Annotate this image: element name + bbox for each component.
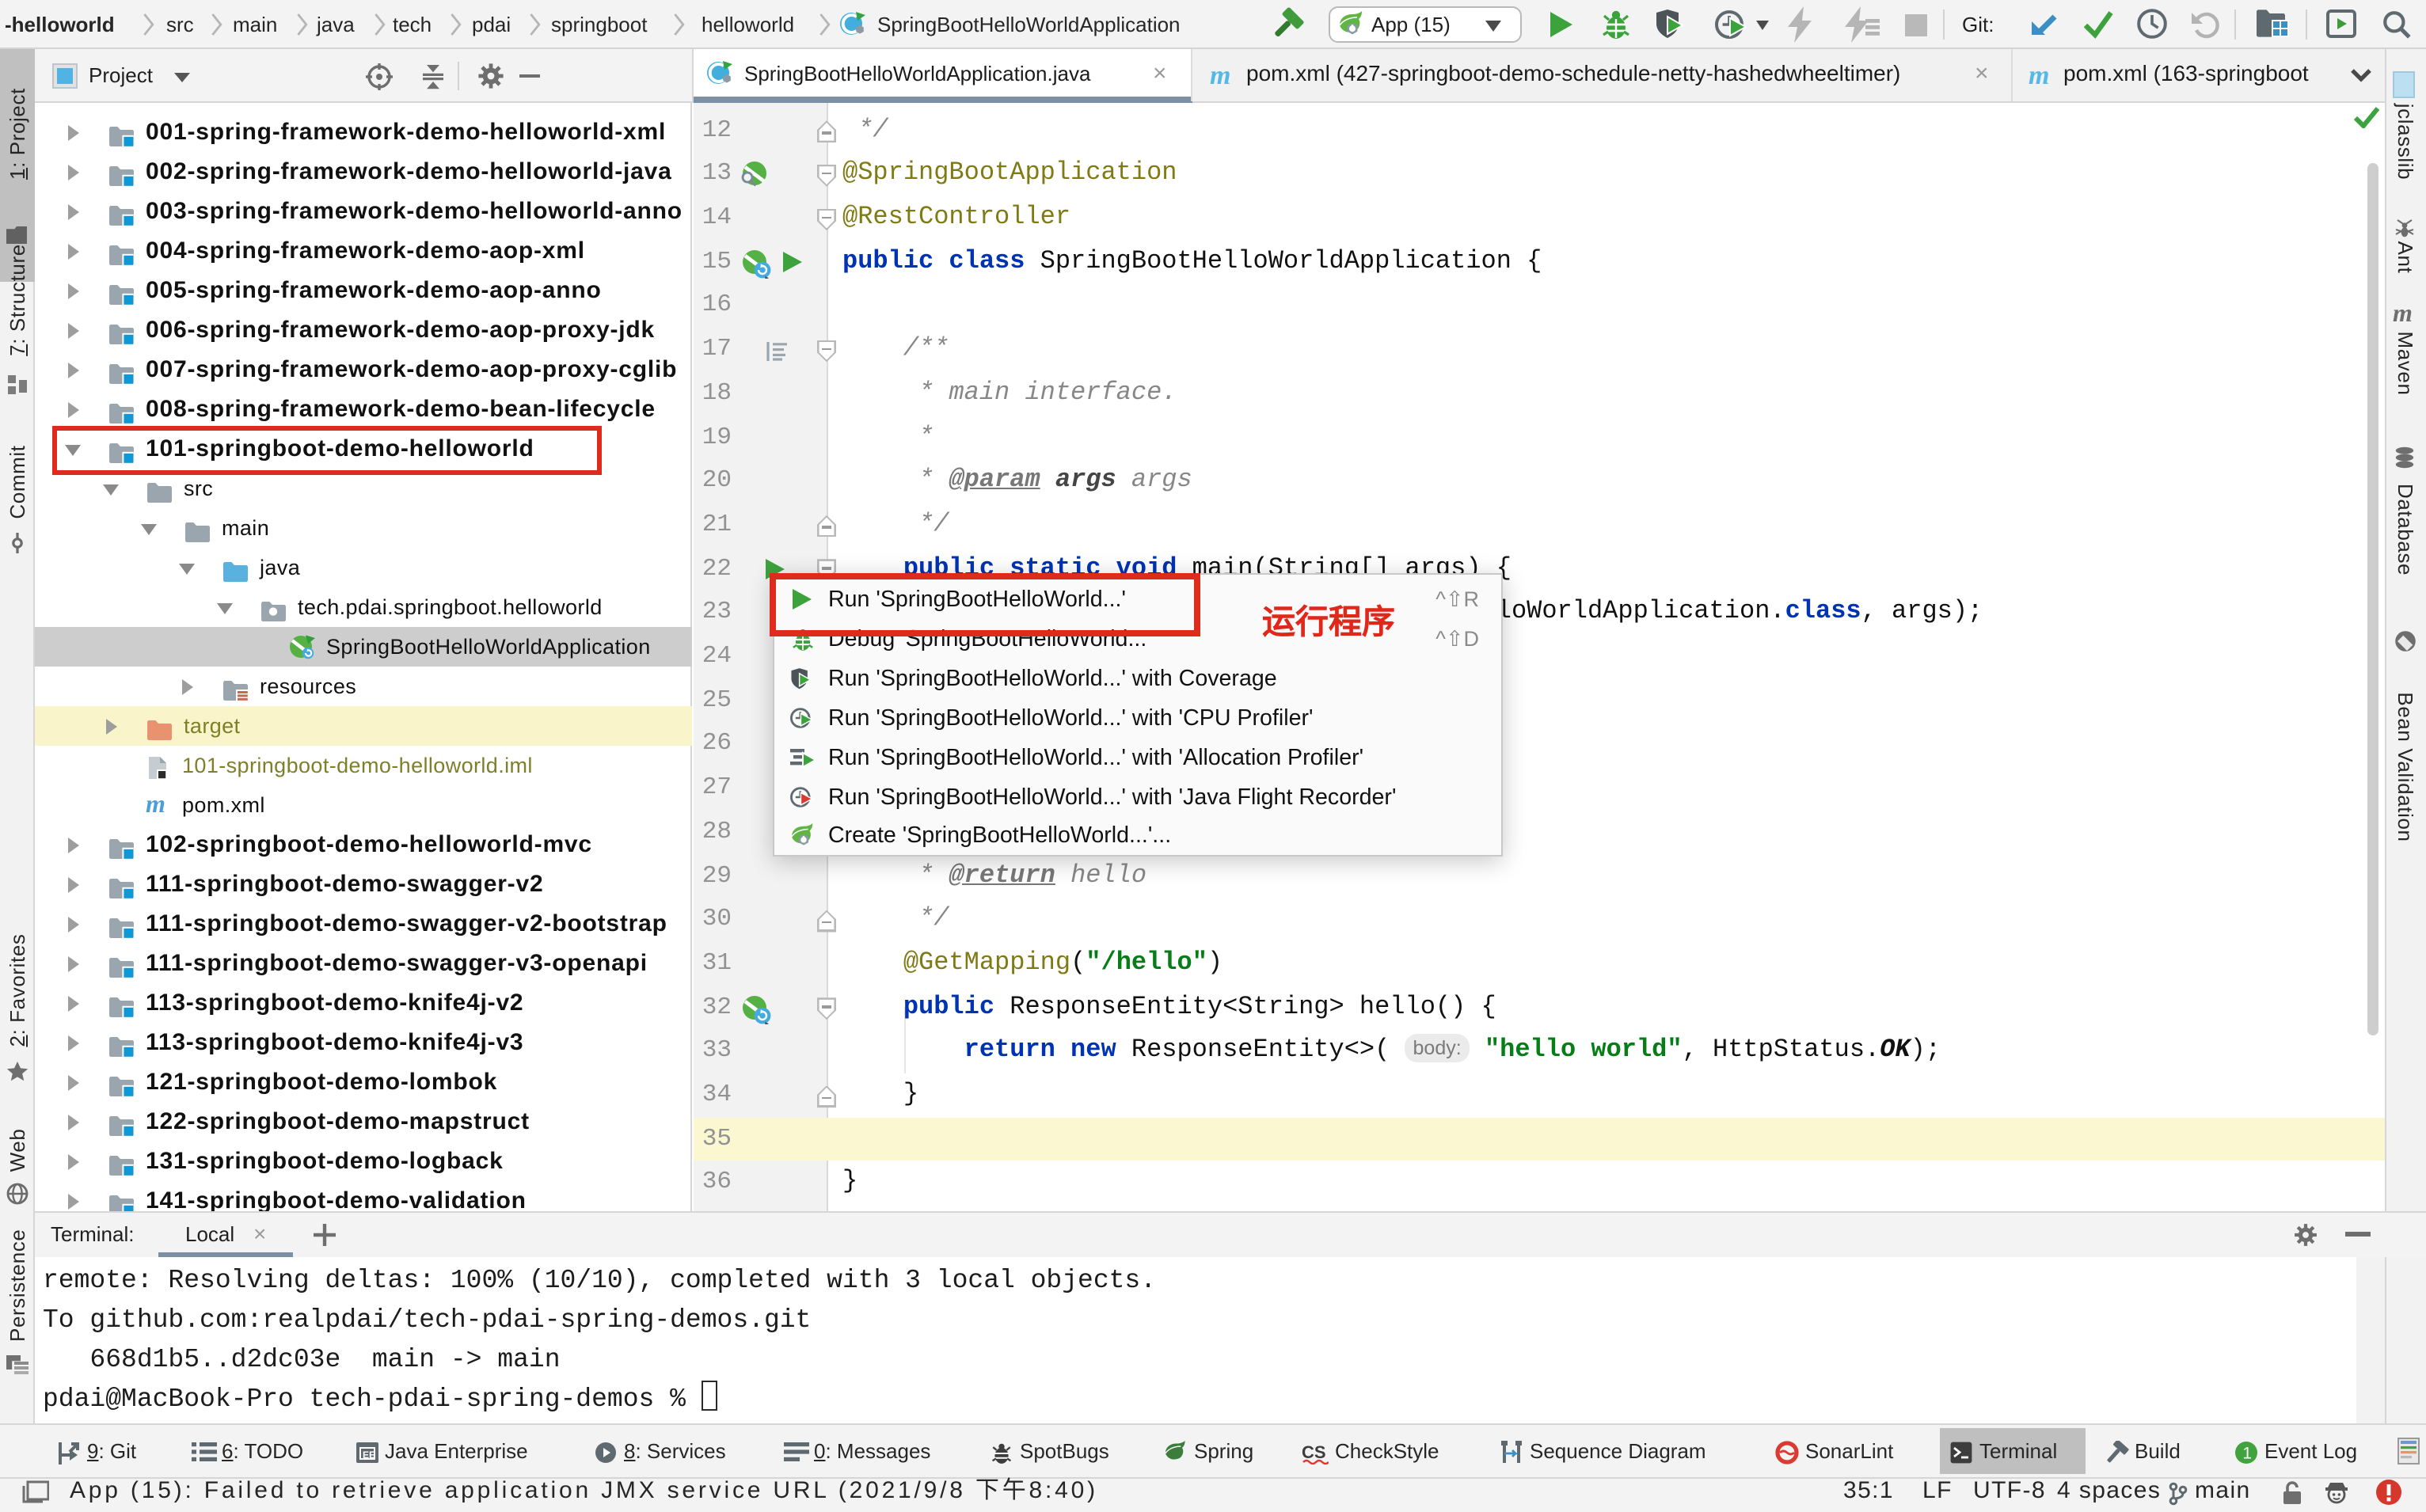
svg-text:CS: CS	[1302, 1442, 1326, 1462]
svg-text:EE: EE	[363, 1449, 375, 1461]
svg-text:1: 1	[2242, 1445, 2252, 1463]
